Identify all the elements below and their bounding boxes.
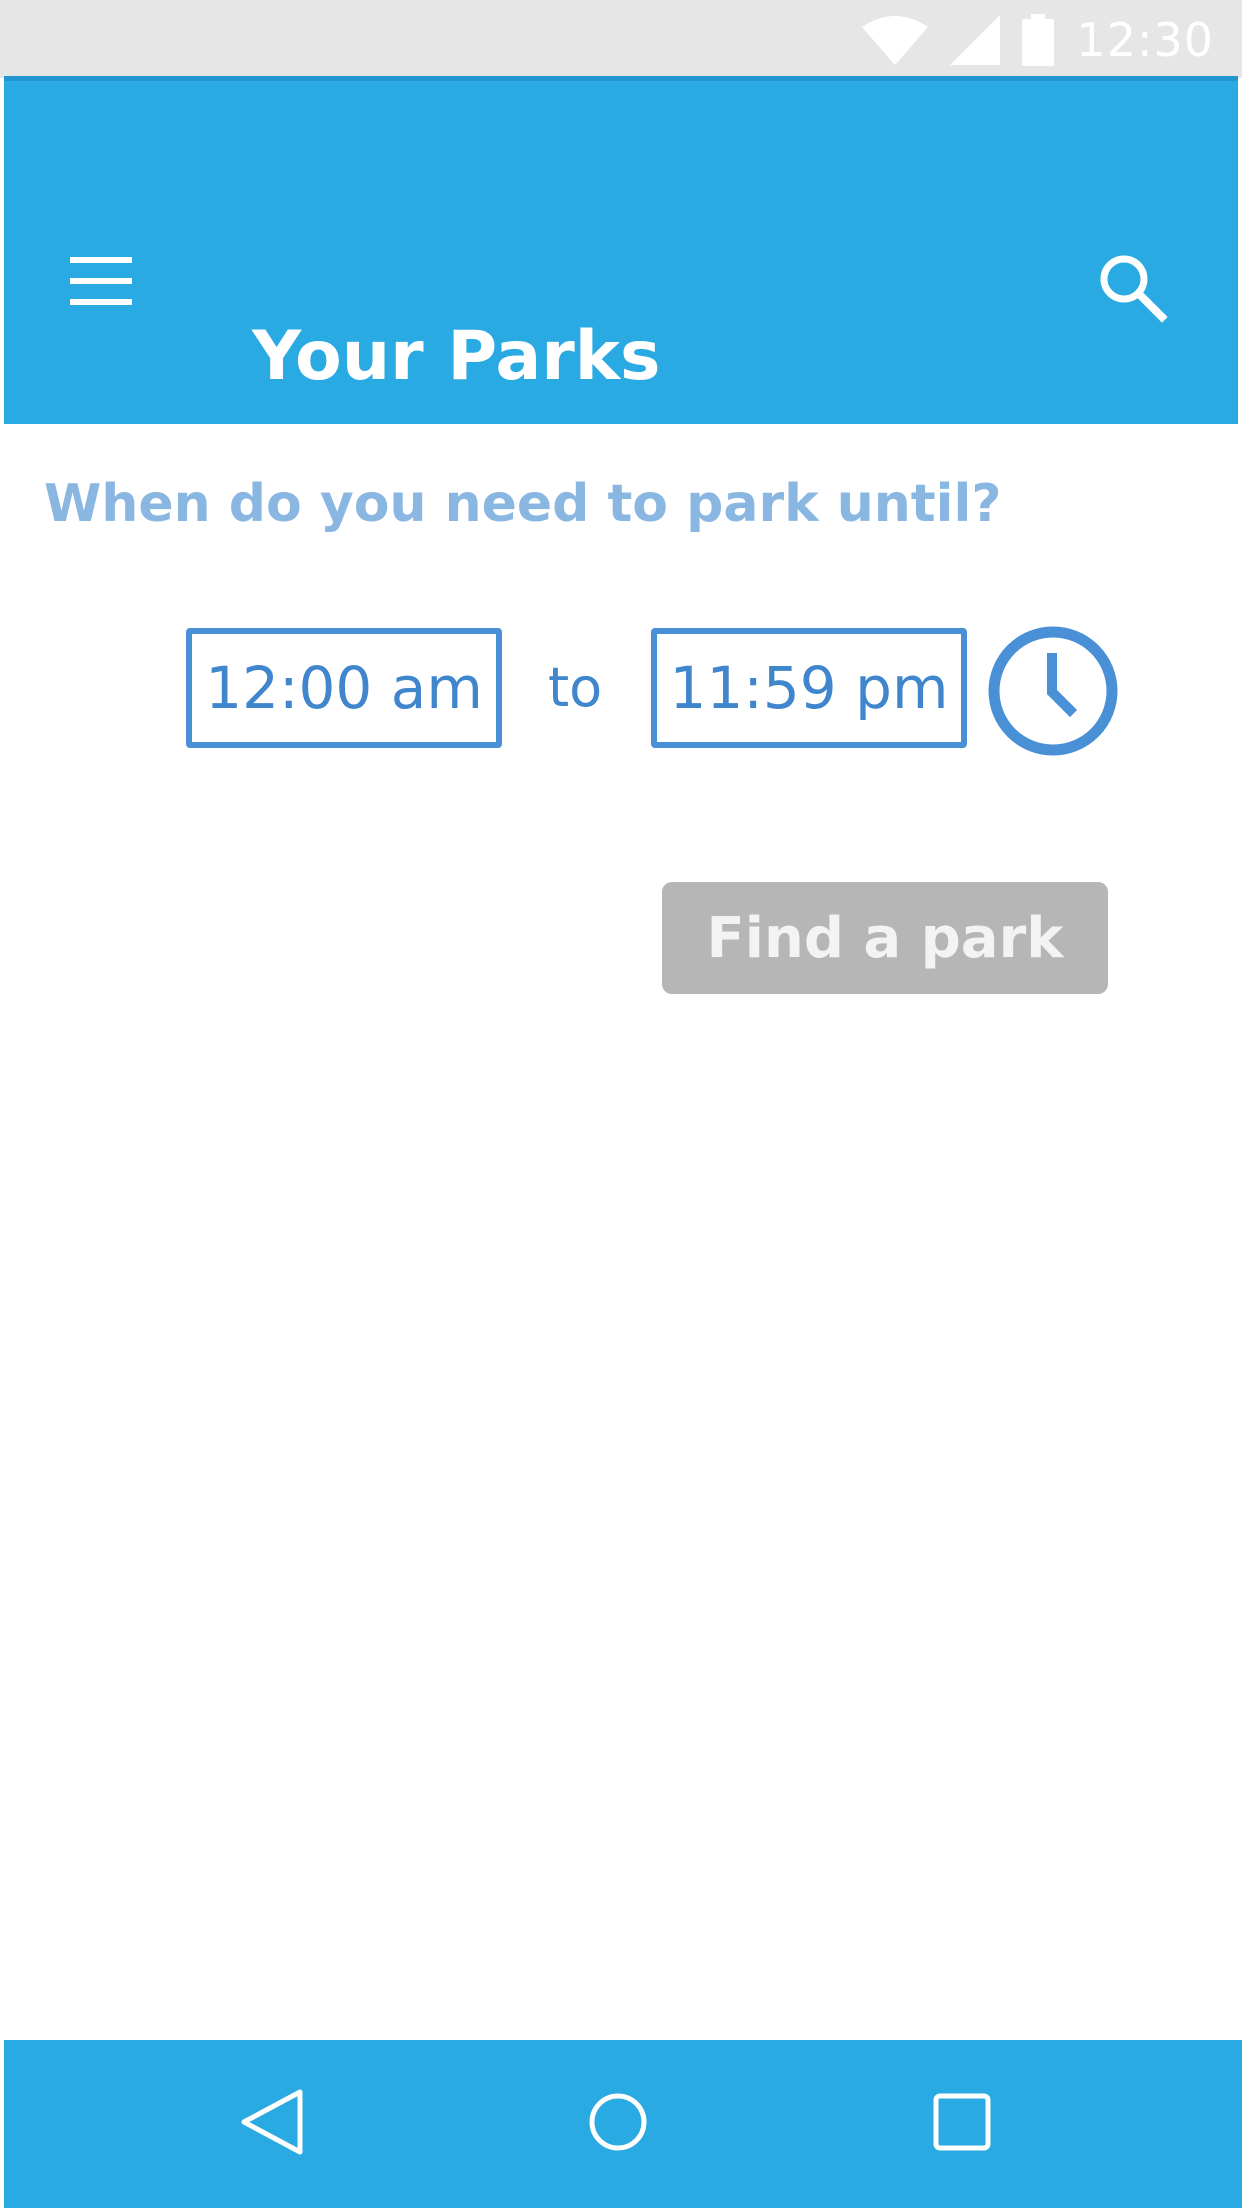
status-time: 12:30 — [1076, 13, 1214, 67]
page-title: Your Parks — [252, 317, 661, 396]
end-time-field[interactable]: 11:59 pm — [651, 628, 967, 748]
menu-icon[interactable] — [66, 255, 138, 307]
battery-icon — [1022, 14, 1055, 66]
park-until-question: When do you need to park until? — [44, 474, 1002, 534]
back-icon[interactable] — [232, 2082, 312, 2162]
recents-icon[interactable] — [922, 2082, 1002, 2162]
navigation-bar — [4, 2040, 1242, 2208]
home-icon[interactable] — [578, 2082, 658, 2162]
status-icons: 12:30 — [862, 10, 1214, 70]
find-park-button[interactable]: Find a park — [662, 882, 1108, 994]
start-time-field[interactable]: 12:00 am — [186, 628, 502, 748]
wifi-icon — [862, 16, 929, 65]
status-bar: 12:30 — [0, 0, 1242, 78]
search-icon[interactable] — [1094, 249, 1174, 329]
signal-icon — [950, 15, 1001, 65]
app-bar: Your Parks — [4, 76, 1238, 424]
clock-icon[interactable] — [986, 624, 1120, 758]
to-label: to — [548, 656, 603, 719]
